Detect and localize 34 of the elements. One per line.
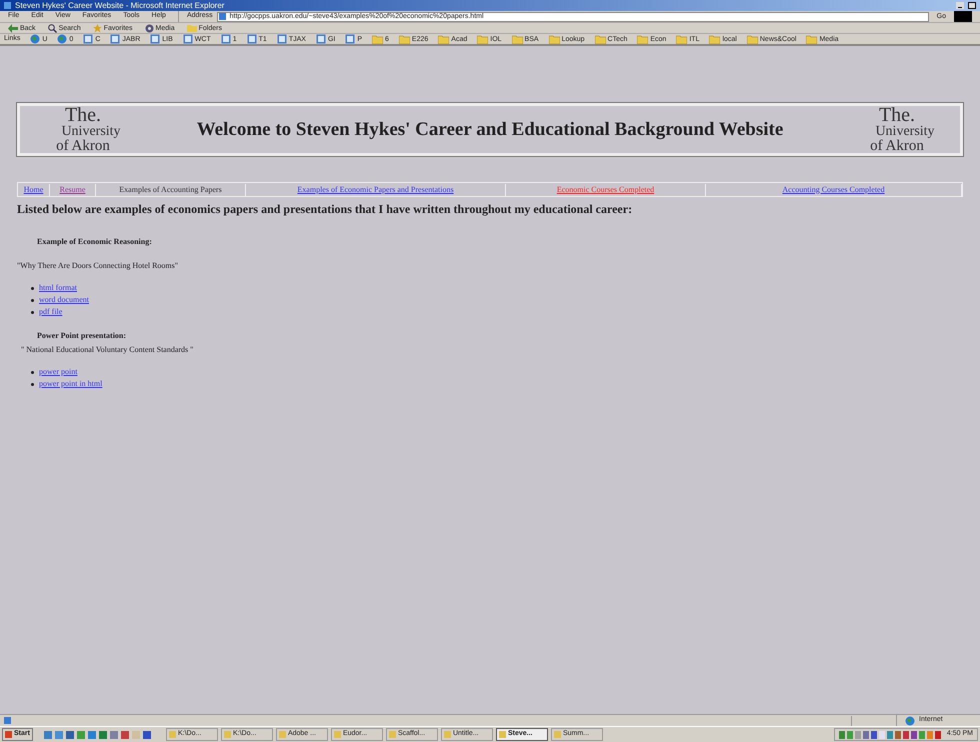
bullet-icon <box>31 298 34 302</box>
section-subtitle: " National Educational Voluntary Content Standards " <box>20 344 194 356</box>
intro-text: Listed below are examples of economics papers and presentations that I have written throughout my educational career: <box>17 201 634 218</box>
back-arrow-icon <box>8 24 18 32</box>
document-link[interactable]: word document <box>39 294 89 306</box>
university-logo: The. University of Akron <box>55 105 122 154</box>
search-icon <box>48 24 57 32</box>
window-title: Steven Hykes' Career Website - Microsoft Internet Explorer <box>15 2 224 10</box>
document-link[interactable]: pdf file <box>39 306 62 318</box>
document-link[interactable]: power point in html <box>39 378 102 390</box>
section-heading: Power Point presentation: <box>36 330 128 342</box>
globe-icon <box>30 34 40 44</box>
minimize-button[interactable] <box>956 2 964 9</box>
globe-icon <box>905 716 915 726</box>
bullet-icon <box>31 286 34 290</box>
page-title: Welcome to Steven Hykes' Career and Educational Background Website <box>196 118 784 141</box>
section-subtitle: "Why There Are Doors Connecting Hotel Rooms" <box>17 260 180 272</box>
nav-text: Examples of Accounting Papers <box>96 184 246 196</box>
media-icon <box>144 24 154 32</box>
document-link[interactable]: power point <box>39 366 78 378</box>
maximize-button[interactable] <box>968 2 976 9</box>
bullet-icon <box>31 370 34 374</box>
star-icon <box>92 24 102 32</box>
bullet-icon <box>31 382 34 386</box>
section-heading: Example of Economic Reasoning: <box>36 236 153 248</box>
document-link[interactable]: html format <box>39 282 77 294</box>
university-logo: The. University of Akron <box>869 105 936 154</box>
nav-link[interactable]: Accounting Courses Completed <box>706 184 962 196</box>
minimize-icon <box>958 7 962 8</box>
nav-link[interactable]: Examples of Economic Papers and Presentations <box>246 184 506 196</box>
nav-link[interactable]: Home <box>18 184 50 196</box>
nav-link[interactable]: Resume <box>50 184 96 196</box>
bullet-icon <box>31 310 34 314</box>
globe-icon <box>57 34 68 44</box>
